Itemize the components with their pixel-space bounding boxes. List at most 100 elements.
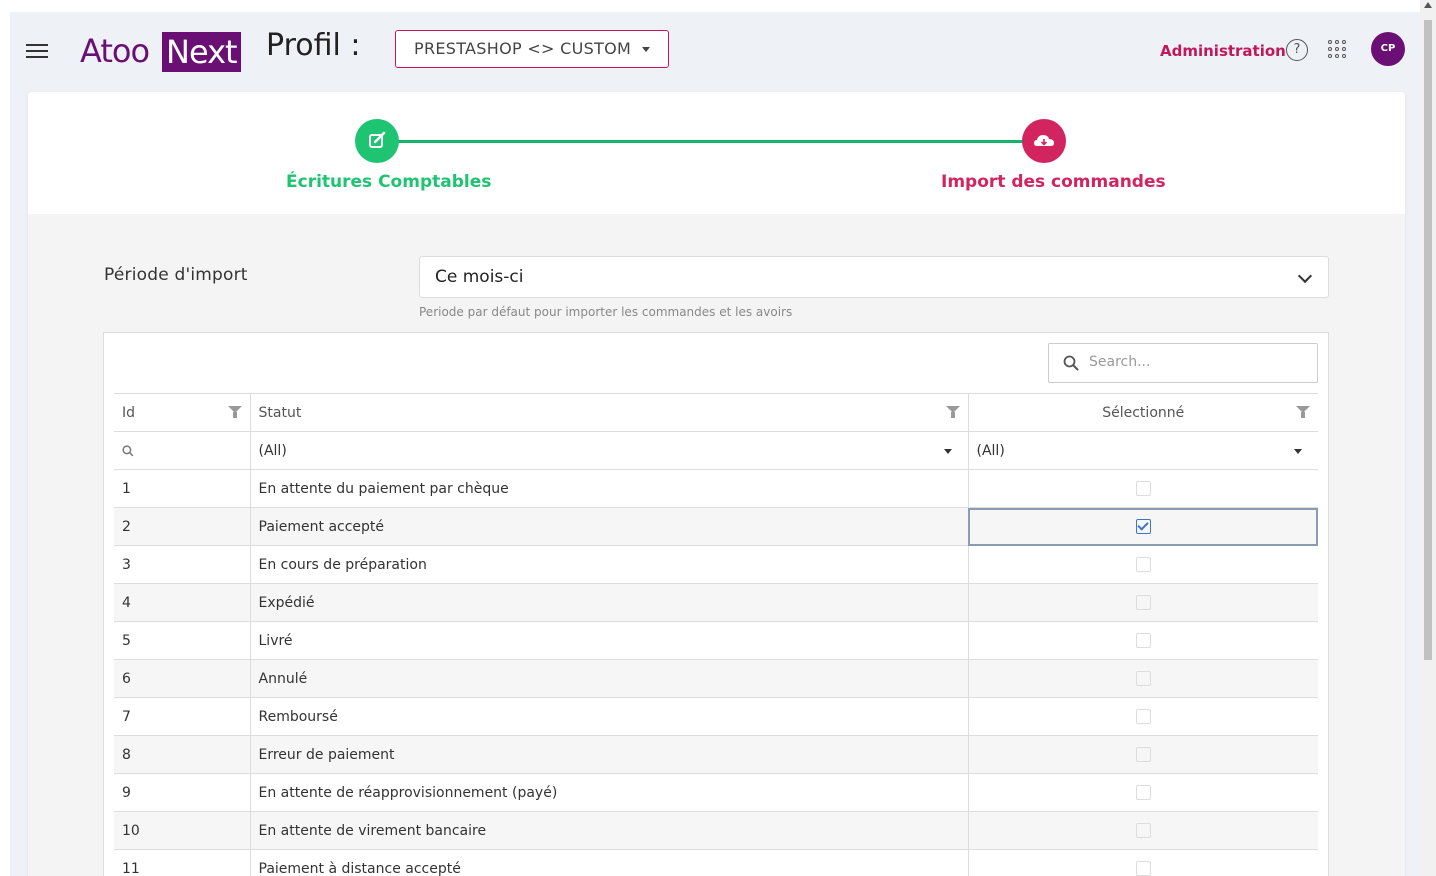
filter-icon[interactable] <box>945 406 960 418</box>
filter-cell-selectionne[interactable]: (All) <box>968 431 1318 470</box>
cell-statut: Erreur de paiement <box>250 735 969 774</box>
column-header-statut[interactable]: Statut <box>250 393 969 432</box>
chevron-down-icon <box>1297 268 1313 284</box>
cell-statut: En attente de virement bancaire <box>250 811 969 850</box>
filter-row: (All) (All) <box>114 431 1318 470</box>
cell-selectionne[interactable] <box>968 545 1318 584</box>
cell-id: 6 <box>114 659 251 698</box>
stepper-line <box>380 140 1044 143</box>
cell-id: 11 <box>114 849 251 876</box>
filter-icon[interactable] <box>1296 406 1310 418</box>
table-row[interactable]: 6 Annulé <box>114 659 1318 698</box>
table-row[interactable]: 2 Paiement accepté <box>114 507 1318 546</box>
search-placeholder: Search... <box>1089 354 1151 370</box>
cell-id: 4 <box>114 583 251 622</box>
search-icon <box>122 444 134 456</box>
step-accounting[interactable] <box>355 119 399 163</box>
menu-icon[interactable] <box>26 44 48 62</box>
table-row[interactable]: 5 Livré <box>114 621 1318 660</box>
scrollbar-thumb[interactable] <box>1424 20 1432 660</box>
cell-statut: En attente de réapprovisionnement (payé) <box>250 773 969 812</box>
cell-statut: Annulé <box>250 659 969 698</box>
selected-checkbox[interactable] <box>1135 747 1151 762</box>
cell-selectionne[interactable] <box>968 773 1318 812</box>
status-table: Id Statut Sélectionné (All) (All) 1 En a… <box>114 393 1318 876</box>
cell-id: 9 <box>114 773 251 812</box>
edit-icon <box>369 131 386 148</box>
step-accounting-label: Écritures Comptables <box>286 172 492 192</box>
cell-id: 5 <box>114 621 251 660</box>
cell-statut: Remboursé <box>250 697 969 736</box>
cell-selectionne[interactable] <box>968 507 1318 546</box>
search-input[interactable]: Search... <box>1048 343 1318 383</box>
logo-next: Next <box>162 32 241 72</box>
cell-selectionne[interactable] <box>968 697 1318 736</box>
selected-checkbox[interactable] <box>1135 671 1151 686</box>
selected-checkbox[interactable] <box>1135 709 1151 724</box>
selected-checkbox[interactable] <box>1135 557 1151 572</box>
selected-checkbox[interactable] <box>1135 519 1151 534</box>
cell-selectionne[interactable] <box>968 735 1318 774</box>
table-row[interactable]: 10 En attente de virement bancaire <box>114 811 1318 850</box>
selected-checkbox[interactable] <box>1135 861 1151 876</box>
column-header-id[interactable]: Id <box>114 393 251 432</box>
selected-checkbox[interactable] <box>1135 823 1151 838</box>
table-row[interactable]: 4 Expédié <box>114 583 1318 622</box>
selected-checkbox[interactable] <box>1135 633 1151 648</box>
period-label: Période d'import <box>104 265 248 285</box>
main-card: Écritures Comptables Import des commande… <box>28 92 1405 876</box>
cell-selectionne[interactable] <box>968 621 1318 660</box>
table-row[interactable]: 1 En attente du paiement par chèque <box>114 469 1318 508</box>
apps-grid-icon[interactable] <box>1328 40 1350 62</box>
table-row[interactable]: 8 Erreur de paiement <box>114 735 1318 774</box>
caret-down-icon <box>943 449 952 454</box>
cell-statut: En cours de préparation <box>250 545 969 584</box>
avatar[interactable]: CP <box>1371 32 1405 66</box>
cell-statut: Paiement à distance accepté <box>250 849 969 876</box>
caret-down-icon <box>1294 449 1302 454</box>
help-icon[interactable]: ? <box>1286 39 1308 61</box>
selected-checkbox[interactable] <box>1135 595 1151 610</box>
logo-atoo: Atoo <box>80 32 150 70</box>
cell-statut: Paiement accepté <box>250 507 969 546</box>
cell-selectionne[interactable] <box>968 583 1318 622</box>
cell-selectionne[interactable] <box>968 659 1318 698</box>
filter-cell-id[interactable] <box>114 431 251 470</box>
period-select-value: Ce mois-ci <box>435 267 524 287</box>
search-icon <box>1063 355 1079 371</box>
cell-id: 1 <box>114 469 251 508</box>
column-header-selectionne[interactable]: Sélectionné <box>968 393 1318 432</box>
step-import-label: Import des commandes <box>941 172 1166 192</box>
filter-icon[interactable] <box>227 406 242 418</box>
cell-id: 7 <box>114 697 251 736</box>
table-row[interactable]: 11 Paiement à distance accepté <box>114 849 1318 876</box>
administration-link[interactable]: Administration <box>1160 42 1286 60</box>
filter-cell-statut[interactable]: (All) <box>250 431 969 470</box>
cell-statut: Expédié <box>250 583 969 622</box>
cell-id: 10 <box>114 811 251 850</box>
cell-selectionne[interactable] <box>968 469 1318 508</box>
period-help-text: Periode par défaut pour importer les com… <box>419 305 793 319</box>
stepper: Écritures Comptables Import des commande… <box>28 92 1405 214</box>
table-row[interactable]: 9 En attente de réapprovisionnement (payé… <box>114 773 1318 812</box>
cell-statut: En attente du paiement par chèque <box>250 469 969 508</box>
profile-label: Profil : <box>266 28 361 63</box>
cell-selectionne[interactable] <box>968 849 1318 876</box>
period-select[interactable]: Ce mois-ci <box>419 256 1329 298</box>
cell-id: 2 <box>114 507 251 546</box>
cloud-download-icon <box>1034 135 1054 146</box>
cell-id: 8 <box>114 735 251 774</box>
step-import[interactable] <box>1022 119 1066 163</box>
status-grid: Search... Id Statut Sélectionné (All) (A… <box>103 332 1329 876</box>
profile-select[interactable]: PRESTASHOP <> CUSTOM <box>395 30 669 68</box>
app-window: Atoo Next Profil : PRESTASHOP <> CUSTOM … <box>10 12 1420 876</box>
cell-selectionne[interactable] <box>968 811 1318 850</box>
selected-checkbox[interactable] <box>1135 481 1151 496</box>
selected-checkbox[interactable] <box>1135 785 1151 800</box>
table-row[interactable]: 3 En cours de préparation <box>114 545 1318 584</box>
cell-statut: Livré <box>250 621 969 660</box>
profile-select-value: PRESTASHOP <> CUSTOM <box>414 39 632 58</box>
caret-down-icon <box>642 47 650 52</box>
table-row[interactable]: 7 Remboursé <box>114 697 1318 736</box>
scroll-up-icon[interactable] <box>1424 2 1432 8</box>
